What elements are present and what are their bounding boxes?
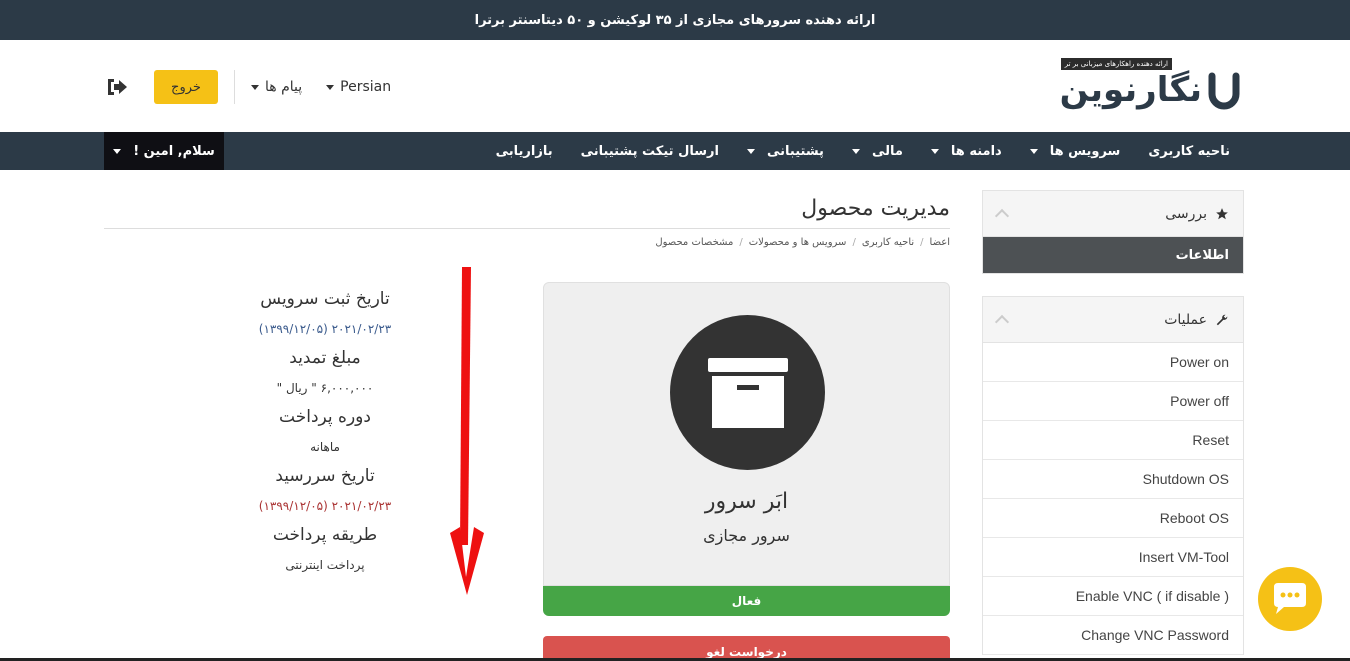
page-title: مدیریت محصول — [801, 196, 950, 221]
main-navbar: ناحیه کاربری سرویس ها دامنه ها مالی پشتی… — [0, 132, 1350, 170]
announcement-bar: ارائه دهنده سرورهای مجازی از ۳۵ لوکیشن و… — [0, 0, 1350, 40]
product-icon-circle — [670, 315, 825, 470]
logout-button[interactable]: خروج — [154, 70, 218, 104]
product-name: ابَر سرور — [704, 489, 789, 514]
renewal-amount-label: مبلغ تمدید — [289, 348, 361, 368]
chevron-down-icon — [746, 148, 755, 154]
wrench-icon — [1216, 314, 1228, 325]
renewal-amount-value: ۶,۰۰۰,۰۰۰ " ریال " — [276, 381, 374, 395]
status-badge: فعال — [543, 586, 950, 616]
messages-label: پیام ها — [265, 79, 303, 95]
sidebar-item-information[interactable]: اطلاعات — [983, 237, 1243, 273]
header-tools: خروج پیام ها Persian — [104, 70, 415, 104]
chevron-down-icon — [851, 148, 860, 154]
nav-item-services[interactable]: سرویس ها — [1016, 132, 1135, 170]
breadcrumb-item[interactable]: سرویس ها و محصولات — [749, 237, 847, 248]
chevron-down-icon — [251, 84, 259, 90]
registration-date-value: ۲۰۲۱/۰۲/۲۳ (۱۳۹۹/۱۲/۰۵) — [258, 322, 392, 336]
op-power-on[interactable]: Power on — [983, 343, 1243, 382]
due-date-label: تاریخ سررسید — [275, 466, 375, 486]
nav-item-billing[interactable]: مالی — [838, 132, 917, 170]
op-enable-vnc[interactable]: Enable VNC ( if disable ) — [983, 577, 1243, 616]
nav-items: ناحیه کاربری سرویس ها دامنه ها مالی پشتی… — [482, 132, 1244, 170]
chat-bubble-icon — [1274, 583, 1306, 614]
operations-panel-header[interactable]: عملیات — [983, 297, 1243, 343]
logo-text: نگارنوین — [1059, 70, 1202, 110]
op-change-vnc-password[interactable]: Change VNC Password — [983, 616, 1243, 655]
breadcrumb-current: مشخصات محصول — [655, 237, 734, 248]
chevron-down-icon — [113, 148, 122, 154]
billing-cycle-value: ماهانه — [310, 440, 340, 454]
breadcrumb: اعضا / ناحیه کاربری / سرویس ها و محصولات… — [655, 237, 950, 248]
op-reset[interactable]: Reset — [983, 421, 1243, 460]
logo-tagline: ارائه دهنده راهکارهای میزبانی بر تر — [1060, 58, 1172, 70]
op-insert-vm-tool[interactable]: Insert VM-Tool — [983, 538, 1243, 577]
overview-title: بررسی — [1165, 205, 1207, 222]
chat-widget-button[interactable] — [1258, 567, 1322, 631]
product-subtitle: سرور مجازی — [703, 526, 790, 545]
op-power-off[interactable]: Power off — [983, 382, 1243, 421]
breadcrumb-item[interactable]: اعضا — [930, 237, 950, 248]
title-divider — [104, 228, 950, 229]
operations-title: عملیات — [1164, 311, 1207, 328]
nav-item-support[interactable]: پشتیبانی — [733, 132, 838, 170]
nav-item-open-ticket[interactable]: ارسال تیکت پشتیبانی — [567, 132, 733, 170]
logo-mark-icon — [1208, 72, 1240, 110]
operations-panel: عملیات Power on Power off Reset Shutdown… — [982, 296, 1244, 655]
archive-box-icon — [707, 357, 788, 428]
overview-panel: بررسی اطلاعات — [982, 190, 1244, 274]
chevron-down-icon — [1029, 148, 1038, 154]
payment-method-value: پرداخت اینترنتی — [285, 558, 365, 572]
star-icon — [1216, 207, 1228, 219]
nav-item-affiliates[interactable]: بازاریابی — [482, 132, 567, 170]
announcement-text: ارائه دهنده سرورهای مجازی از ۳۵ لوکیشن و… — [474, 12, 876, 28]
annotation-arrow-down-icon — [450, 267, 484, 595]
header-divider — [234, 70, 235, 104]
header: ارائه دهنده راهکارهای میزبانی بر تر نگار… — [0, 40, 1350, 132]
product-card: ابَر سرور سرور مجازی — [543, 282, 950, 586]
language-label: Persian — [340, 79, 392, 95]
chevron-up-icon[interactable] — [994, 314, 1010, 330]
billing-cycle-label: دوره پرداخت — [279, 407, 371, 427]
op-reboot-os[interactable]: Reboot OS — [983, 499, 1243, 538]
op-shutdown-os[interactable]: Shutdown OS — [983, 460, 1243, 499]
breadcrumb-item[interactable]: ناحیه کاربری — [862, 237, 914, 248]
chevron-up-icon[interactable] — [994, 208, 1010, 224]
logo[interactable]: ارائه دهنده راهکارهای میزبانی بر تر نگار… — [1060, 58, 1244, 114]
service-info: تاریخ ثبت سرویس ۲۰۲۱/۰۲/۲۳ (۱۳۹۹/۱۲/۰۵) … — [195, 286, 455, 581]
logout-icon[interactable] — [104, 74, 130, 100]
overview-panel-header[interactable]: بررسی — [983, 191, 1243, 237]
chevron-down-icon — [326, 84, 335, 90]
messages-dropdown[interactable]: پیام ها — [251, 79, 302, 95]
user-greeting: سلام, امین ! — [133, 143, 215, 159]
due-date-value: ۲۰۲۱/۰۲/۲۳ (۱۳۹۹/۱۲/۰۵) — [258, 499, 392, 513]
payment-method-label: طریقه پرداخت — [272, 525, 378, 545]
nav-item-client-area[interactable]: ناحیه کاربری — [1134, 132, 1244, 170]
registration-date-label: تاریخ ثبت سرویس — [260, 289, 390, 309]
chevron-down-icon — [930, 148, 939, 154]
nav-item-domains[interactable]: دامنه ها — [917, 132, 1016, 170]
language-dropdown[interactable]: Persian — [326, 79, 391, 95]
user-greeting-dropdown[interactable]: سلام, امین ! — [104, 132, 224, 170]
